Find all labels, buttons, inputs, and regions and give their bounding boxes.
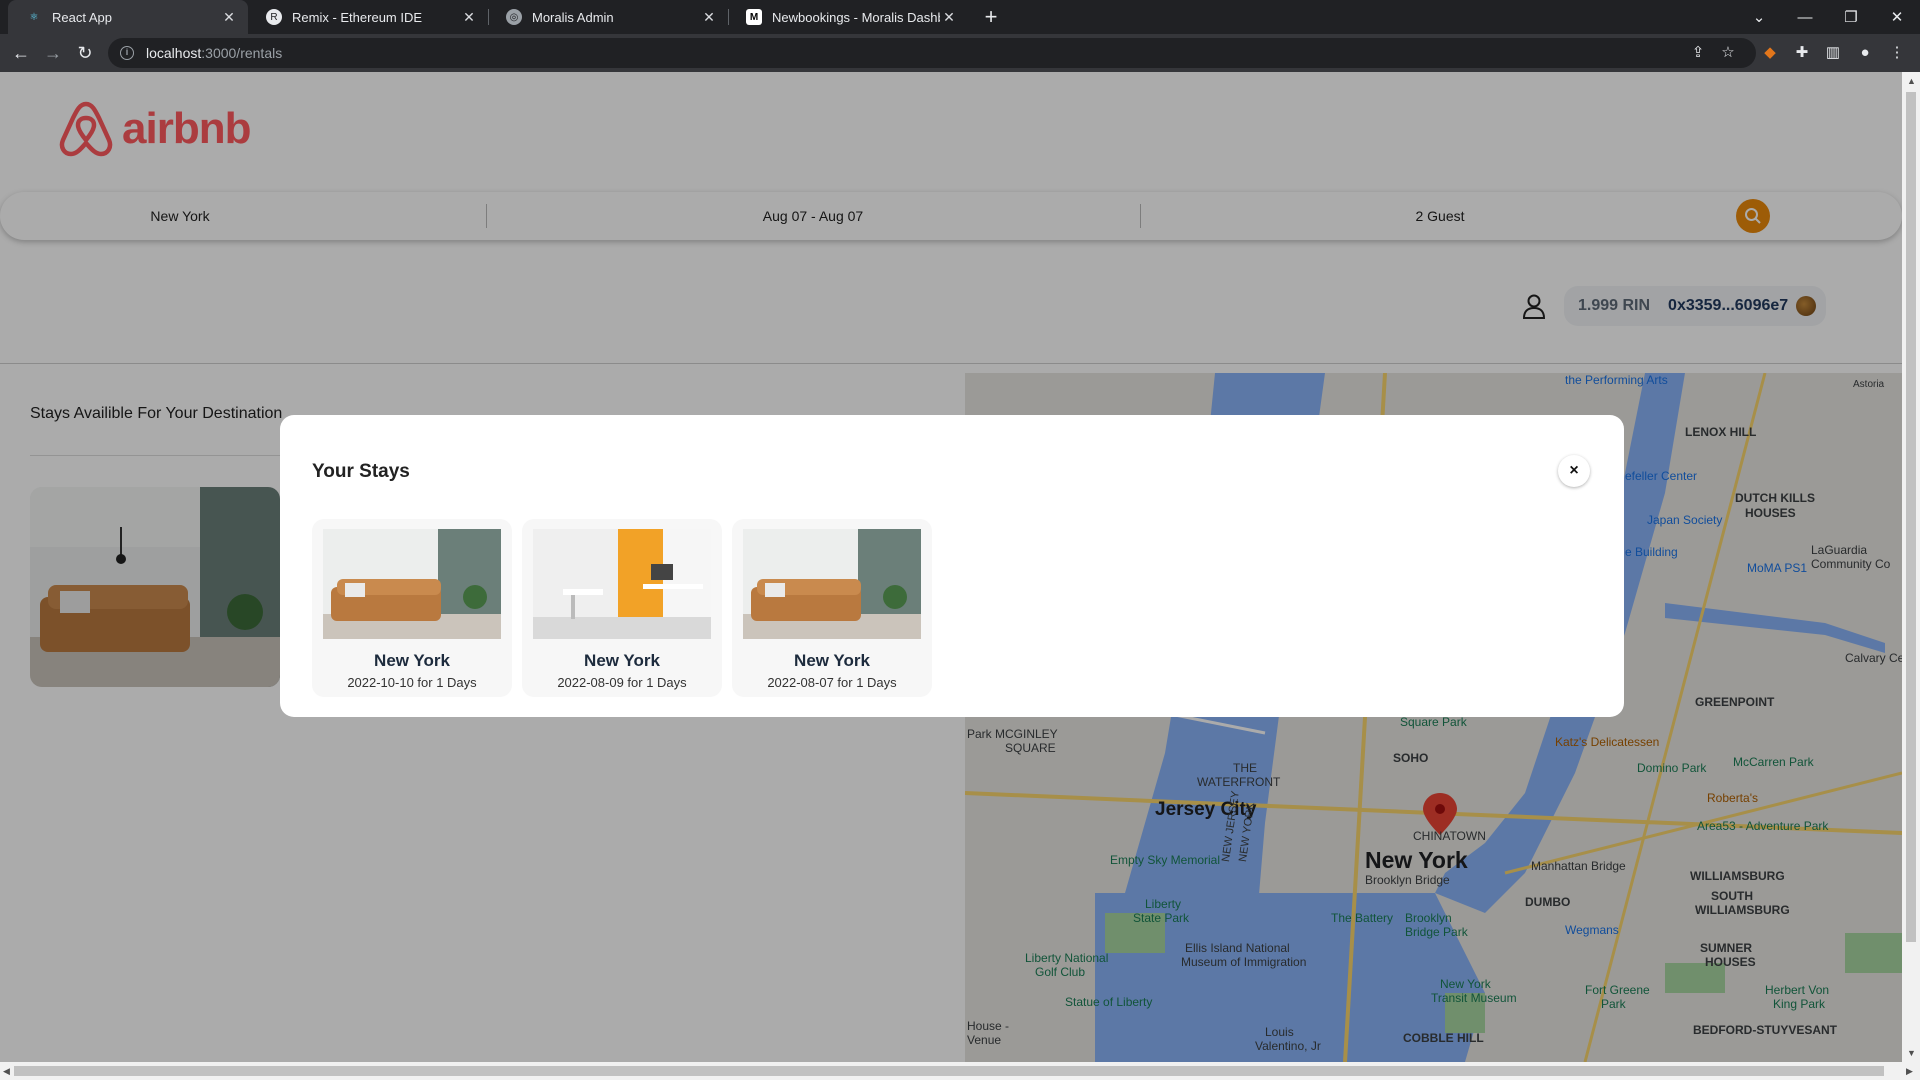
tab-remix[interactable]: R Remix - Ethereum IDE ✕ (248, 0, 488, 34)
tab-react-app[interactable]: ⚛ React App ✕ (8, 0, 248, 34)
scroll-thumb[interactable] (1906, 92, 1916, 942)
moralis-m-icon: M (746, 9, 762, 25)
metamask-icon[interactable]: ◆ (1760, 43, 1780, 63)
tab-title: Moralis Admin (532, 9, 614, 25)
side-panel-icon[interactable]: ▥ (1823, 43, 1843, 63)
restore-button[interactable]: ❐ (1828, 0, 1874, 34)
modal-close-button[interactable]: × (1558, 455, 1590, 487)
back-button[interactable]: ← (10, 42, 32, 64)
stay-city: New York (584, 651, 660, 670)
page-viewport: airbnb New York Aug 07 - Aug 07 2 Guest … (0, 72, 1902, 1062)
stay-image (533, 529, 711, 639)
stay-card[interactable]: New York 2022-10-10 for 1 Days (312, 519, 512, 697)
tab-moralis-admin[interactable]: ◎ Moralis Admin ✕ (488, 0, 728, 34)
your-stays-modal: Your Stays × New York 2022-10-10 for 1 D… (280, 415, 1624, 717)
menu-icon[interactable]: ⋮ (1887, 43, 1907, 63)
stay-detail: 2022-10-10 for 1 Days (347, 675, 477, 690)
profile-avatar[interactable]: ● (1855, 43, 1875, 63)
tab-title: Newbookings - Moralis Dashboard (772, 9, 940, 25)
stay-card[interactable]: New York 2022-08-09 for 1 Days (522, 519, 722, 697)
living-room-image (743, 529, 921, 639)
extensions-icon[interactable]: ✚ (1792, 43, 1812, 63)
scroll-up-icon[interactable]: ▲ (1907, 76, 1916, 86)
reload-button[interactable]: ↻ (74, 42, 96, 64)
scroll-left-icon[interactable]: ◀ (3, 1066, 10, 1077)
stay-detail: 2022-08-07 for 1 Days (767, 675, 897, 690)
browser-tab-strip: ⚛ React App ✕ R Remix - Ethereum IDE ✕ ◎… (0, 0, 1920, 34)
window-close-button[interactable]: ✕ (1874, 0, 1920, 34)
scroll-thumb[interactable] (14, 1066, 1884, 1076)
share-icon[interactable]: ⇪ (1688, 43, 1708, 63)
studio-room-image (533, 529, 711, 639)
new-tab-button[interactable]: + (978, 4, 1004, 30)
stay-image (323, 529, 501, 639)
address-bar[interactable]: i localhost:3000/rentals (108, 38, 1756, 68)
tab-search-button[interactable]: ⌄ (1736, 0, 1782, 34)
stay-detail: 2022-08-09 for 1 Days (557, 675, 687, 690)
modal-title: Your Stays (312, 461, 410, 482)
close-icon[interactable]: ✕ (700, 9, 718, 26)
close-icon[interactable]: ✕ (220, 9, 238, 26)
forward-button[interactable]: → (42, 42, 64, 64)
scroll-right-icon[interactable]: ▶ (1906, 1066, 1913, 1077)
close-icon[interactable]: ✕ (940, 9, 958, 26)
browser-toolbar: ← → ↻ i localhost:3000/rentals ⇪ ☆ ◆ ✚ ▥… (0, 34, 1920, 72)
remix-icon: R (266, 9, 282, 25)
minimize-button[interactable]: — (1782, 0, 1828, 34)
react-icon: ⚛ (29, 11, 39, 23)
bookmark-star-icon[interactable]: ☆ (1718, 43, 1738, 63)
horizontal-scrollbar[interactable]: ◀ ▶ (0, 1062, 1920, 1080)
url-host: localhost (146, 45, 202, 61)
living-room-image (323, 529, 501, 639)
vertical-scrollbar[interactable]: ▲ ▼ (1902, 72, 1920, 1062)
stay-city: New York (374, 651, 450, 670)
close-icon[interactable]: ✕ (460, 9, 478, 26)
site-info-icon[interactable]: i (120, 46, 134, 60)
stay-city: New York (794, 651, 870, 670)
scroll-down-icon[interactable]: ▼ (1907, 1048, 1916, 1058)
url-path: :3000/rentals (201, 45, 283, 61)
tab-title: React App (52, 9, 112, 25)
stay-image (743, 529, 921, 639)
stay-card[interactable]: New York 2022-08-07 for 1 Days (732, 519, 932, 697)
tab-title: Remix - Ethereum IDE (292, 9, 423, 25)
moralis-icon: ◎ (506, 9, 522, 25)
tab-newbookings[interactable]: M Newbookings - Moralis Dashboard ✕ (728, 0, 968, 34)
